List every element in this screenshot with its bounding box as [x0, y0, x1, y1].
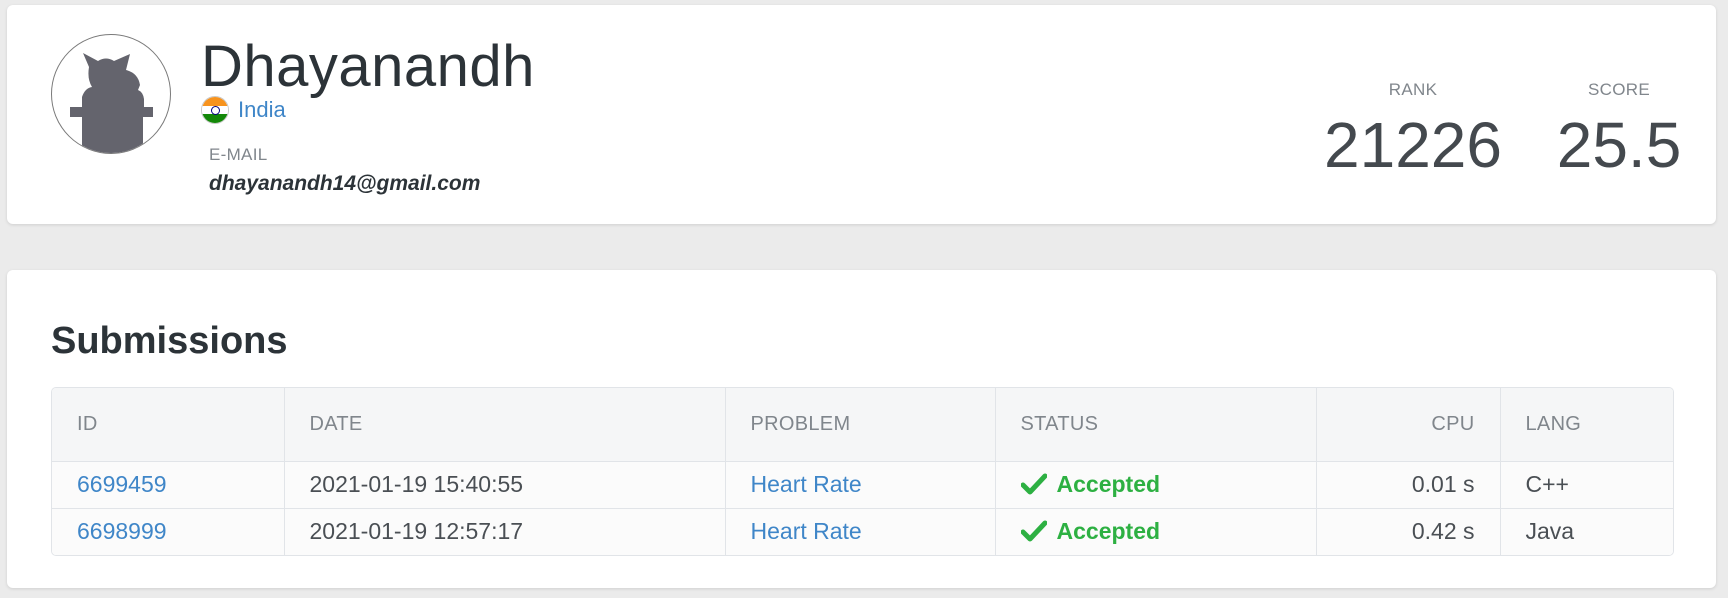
submission-status: Accepted	[995, 508, 1317, 555]
submission-id-cell: 6699459	[52, 461, 285, 508]
column-header-cpu[interactable]: CPU	[1316, 388, 1501, 461]
country-link[interactable]: India	[238, 97, 286, 123]
problem-link[interactable]: Heart Rate	[751, 518, 862, 544]
email-value: dhayanandh14@gmail.com	[209, 172, 481, 195]
column-header-id[interactable]: ID	[52, 388, 285, 461]
submission-cpu: 0.01 s	[1316, 461, 1501, 508]
status-text: Accepted	[1056, 518, 1161, 545]
column-header-date[interactable]: DATE	[284, 388, 726, 461]
rank-label: RANK	[1388, 80, 1438, 99]
submission-id-link[interactable]: 6699459	[77, 471, 167, 497]
score-label: SCORE	[1588, 80, 1650, 99]
submission-lang: C++	[1525, 471, 1569, 497]
country: India	[201, 95, 286, 125]
submission-date: 2021-01-19 15:40:55	[284, 461, 726, 508]
column-header-problem[interactable]: PROBLEM	[725, 388, 996, 461]
profile-card: Dhayanandh India E-MAIL dhayanandh14@gma…	[7, 5, 1716, 224]
table-header-row: ID DATE PROBLEM STATUS CPU LANG	[52, 388, 1673, 461]
submission-id-link[interactable]: 6698999	[77, 518, 167, 544]
table-row: 6699459 2021-01-19 15:40:55 Heart Rate A…	[52, 461, 1673, 508]
username: Dhayanandh	[201, 34, 535, 99]
submission-status: Accepted	[995, 461, 1317, 508]
submissions-card: Submissions ID DATE PROBLEM STATUS CPU L…	[7, 270, 1716, 588]
status-text: Accepted	[1056, 471, 1161, 497]
avatar	[51, 34, 171, 154]
score-value: 25.5	[1556, 109, 1682, 181]
submission-lang: Java	[1525, 518, 1575, 545]
check-icon	[1020, 473, 1047, 495]
rank-value: 21226	[1324, 109, 1502, 181]
default-cat-avatar-icon	[70, 53, 153, 153]
column-header-lang[interactable]: LANG	[1500, 388, 1673, 461]
submission-problem-cell: Heart Rate	[725, 461, 996, 508]
india-flag-icon	[201, 96, 229, 124]
submissions-table: ID DATE PROBLEM STATUS CPU LANG 6699459 …	[51, 387, 1674, 556]
submissions-title: Submissions	[51, 320, 288, 362]
submission-id-cell: 6698999	[52, 508, 285, 555]
submission-date: 2021-01-19 12:57:17	[284, 508, 726, 555]
check-icon	[1020, 520, 1047, 542]
submission-cpu: 0.42 s	[1316, 508, 1501, 555]
problem-link[interactable]: Heart Rate	[751, 471, 862, 497]
email-label: E-MAIL	[209, 145, 268, 164]
table-row: 6698999 2021-01-19 12:57:17 Heart Rate A…	[52, 508, 1673, 555]
submission-problem-cell: Heart Rate	[725, 508, 996, 555]
column-header-status[interactable]: STATUS	[995, 388, 1317, 461]
